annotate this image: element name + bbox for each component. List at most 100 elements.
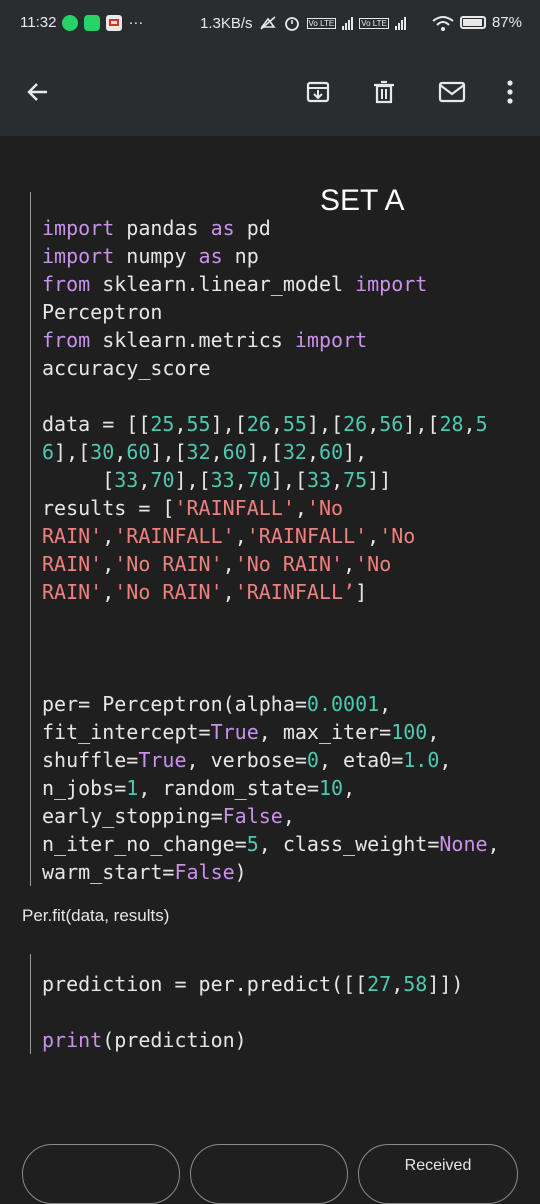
code-token: import (355, 272, 428, 296)
quote-bar-2 (30, 954, 31, 1054)
code-token: , (427, 720, 440, 744)
code-token: False (174, 860, 235, 884)
action-button-1[interactable] (22, 1144, 180, 1204)
code-token: 'No (379, 524, 416, 548)
code-line: early_stopping=False, (42, 802, 512, 830)
whatsapp-icon (62, 14, 79, 31)
code-token: RAIN' (42, 524, 103, 548)
code-token: ] (355, 580, 368, 604)
code-line: Perceptron (42, 298, 512, 326)
code-token: , (439, 748, 452, 772)
code-token: ],[ (174, 468, 211, 492)
code-token: , (343, 552, 356, 576)
code-line: prediction = per.predict([[27,58]]) (42, 970, 512, 998)
received-button[interactable]: Received (358, 1144, 518, 1204)
code-token: , (367, 412, 380, 436)
code-token: 33 (210, 468, 235, 492)
code-token: 60 (222, 440, 247, 464)
code-token: , (222, 580, 235, 604)
code-token: 26 (343, 412, 368, 436)
code-token: 75 (343, 468, 368, 492)
delete-icon[interactable] (366, 74, 402, 110)
code-token: 'RAINFALL' (114, 524, 235, 548)
status-mid: 1.3KB/s Vo LTE Vo LTE (200, 14, 406, 32)
code-line: RAIN','RAINFALL','RAINFALL','No (42, 522, 512, 550)
code-token: , (343, 776, 356, 800)
code-line: from sklearn.metrics import (42, 326, 512, 354)
code-token: 6 (42, 440, 55, 464)
code-token: , (102, 552, 115, 576)
signal-icon-1 (342, 16, 354, 30)
code-token: data = [[ (42, 412, 151, 436)
code-line: RAIN','No RAIN','No RAIN','No (42, 550, 512, 578)
action-button-2[interactable] (190, 1144, 348, 1204)
mail-icon[interactable] (434, 74, 470, 110)
overflow-dots: ··· (128, 14, 144, 31)
code-token: False (222, 804, 283, 828)
back-arrow-icon[interactable] (20, 74, 56, 110)
code-token: from (42, 328, 91, 352)
email-body: SET A import pandas as pd import numpy as… (0, 136, 540, 1204)
code-token: prediction = per.predict([[ (42, 972, 368, 996)
code-token: as (210, 216, 235, 240)
lte-badge-1: Vo LTE (306, 17, 337, 29)
code-token: 'No RAIN' (114, 580, 223, 604)
status-right: 87% (432, 14, 522, 31)
code-token: ],[ (150, 440, 187, 464)
code-token: n_iter_no_change= (42, 832, 247, 856)
status-left: 11:32 ··· (20, 14, 143, 31)
code-token: 70 (246, 468, 271, 492)
code-token: , (234, 524, 247, 548)
quote-bar-1 (30, 192, 31, 886)
code-token: None (439, 832, 488, 856)
code-token: 33 (114, 468, 139, 492)
code-token: True (210, 720, 259, 744)
gmail-icon (106, 14, 123, 31)
code-token: , verbose= (186, 748, 307, 772)
code-token: 56 (379, 412, 404, 436)
code-token: 25 (150, 412, 175, 436)
code-token: 33 (306, 468, 332, 492)
code-token: , random_state= (138, 776, 319, 800)
code-line: RAIN','No RAIN','RAINFALL’] (42, 578, 512, 606)
code-token: 5 (246, 832, 259, 856)
code-line: warm_start=False) (42, 858, 512, 886)
code-token: 55 (186, 412, 211, 436)
code-token: as (198, 244, 223, 268)
code-token: , (367, 524, 380, 548)
code-token: 1.0 (403, 748, 440, 772)
code-token: , (379, 692, 392, 716)
archive-icon[interactable] (300, 74, 336, 110)
code-token: 'RAINFALL’ (234, 580, 356, 604)
code-token: 60 (319, 440, 344, 464)
code-token: 'No RAIN' (234, 552, 344, 576)
code-block-2: prediction = per.predict([[27,58]]) prin… (42, 970, 512, 1054)
more-vert-icon[interactable] (492, 74, 528, 110)
code-token: 'No RAIN' (114, 552, 223, 576)
code-token: numpy (114, 244, 199, 268)
alarm-icon (284, 17, 299, 31)
code-token: , (331, 468, 344, 492)
code-token: ],[ (54, 440, 91, 464)
code-token: sklearn.linear_model (90, 272, 356, 296)
code-token: import (294, 328, 368, 352)
code-token: per= Perceptron(alpha= (42, 692, 307, 716)
code-token: , (294, 496, 307, 520)
code-token: , (102, 580, 115, 604)
code-token: 30 (90, 440, 115, 464)
code-line: data = [[25,55],[26,55],[26,56],[28,5 (42, 410, 512, 438)
code-token: RAIN' (42, 580, 103, 604)
code-token: 5 (475, 412, 488, 436)
code-token: (prediction) (102, 1028, 247, 1052)
code-token: , (138, 468, 151, 492)
code-token: ]]) (427, 972, 464, 996)
code-token: pd (234, 216, 271, 240)
code-token: import (42, 244, 115, 268)
status-time: 11:32 (20, 14, 57, 31)
code-token: 32 (282, 440, 307, 464)
code-token: , (487, 832, 500, 856)
code-token: ],[ (210, 412, 247, 436)
code-line: print(prediction) (42, 1026, 512, 1054)
lte-badge-2: Vo LTE (359, 17, 389, 29)
